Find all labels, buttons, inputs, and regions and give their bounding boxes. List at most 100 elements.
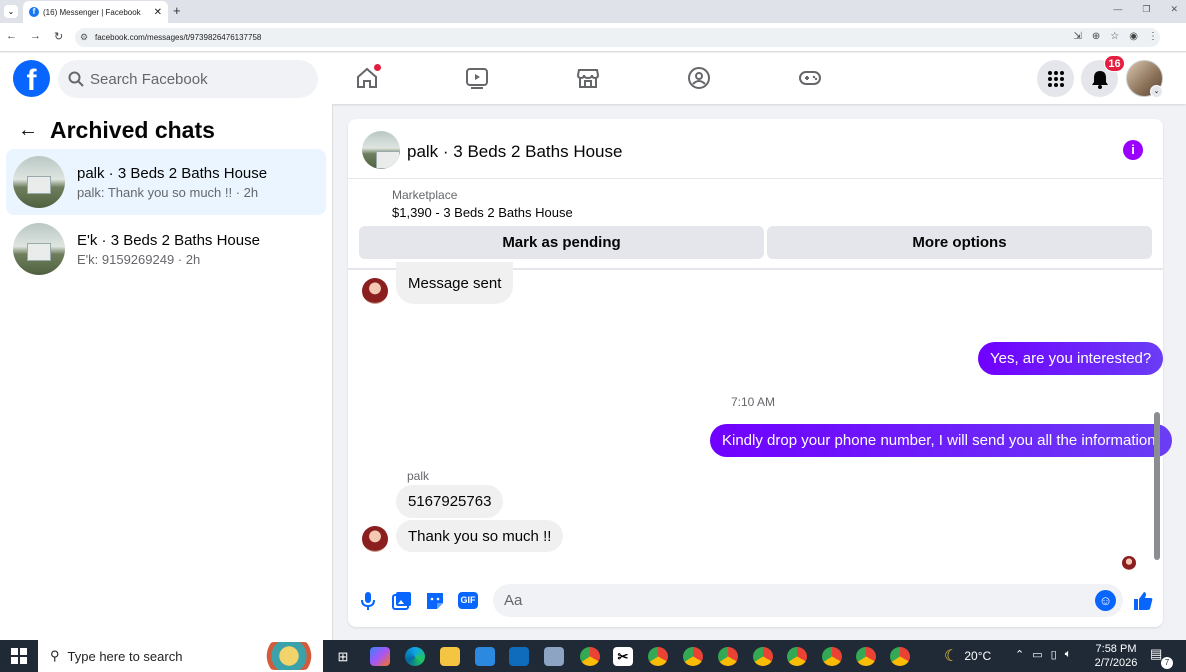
moon-icon: ☾ [944, 648, 959, 665]
messages-scrollbar[interactable] [1154, 412, 1160, 560]
taskbar-clock[interactable]: 7:58 PM 2/7/2026 [1092, 642, 1140, 670]
message-bubble-outgoing: Kindly drop your phone number, I will se… [710, 424, 1172, 457]
home-notification-dot [374, 64, 381, 71]
mark-as-pending-button[interactable]: Mark as pending [359, 226, 764, 259]
close-tab-icon[interactable]: ✕ [154, 7, 162, 18]
maximize-icon[interactable]: ❐ [1142, 4, 1150, 15]
microphone-icon[interactable] [357, 590, 379, 612]
message-bubble-incoming: 5167925763 [396, 485, 504, 518]
task-view-icon[interactable]: ⊞ [333, 647, 353, 666]
chrome-profile-icon[interactable] [822, 647, 842, 666]
facebook-favicon-icon: f [29, 7, 39, 17]
sidebar-title: Archived chats [50, 117, 215, 143]
notification-badge: 16 [1104, 55, 1125, 72]
chat-item-ek[interactable]: E'k · 3 Beds 2 Baths House E'k: 91592692… [6, 216, 326, 282]
clock-date: 2/7/2026 [1094, 657, 1138, 669]
zoom-icon[interactable]: ⊕ [1092, 31, 1100, 42]
gaming-icon[interactable] [798, 66, 822, 90]
minimize-icon[interactable]: — [1113, 4, 1122, 15]
action-center-icon[interactable]: ▤ [1150, 646, 1162, 662]
site-info-icon[interactable]: ⚙ [80, 28, 88, 47]
marketplace-label: Marketplace [392, 188, 458, 202]
tab-search-button[interactable]: ⌄ [4, 5, 18, 18]
browser-tab[interactable]: f (16) Messenger | Facebook ✕ [23, 1, 168, 23]
facebook-search-input[interactable]: Search Facebook [58, 60, 318, 98]
network-icon[interactable]: ▭ [1032, 648, 1042, 661]
chevron-up-icon[interactable]: ⌃ [1015, 648, 1024, 661]
volume-icon[interactable]: 🔈︎ [1065, 648, 1072, 661]
address-bar-actions: ⇲ ⊕ ☆ ◉ ⋮ [1074, 31, 1158, 42]
taskbar-search-text: Type here to search [67, 648, 183, 664]
bell-icon [1091, 70, 1108, 89]
photo-icon[interactable] [391, 590, 413, 612]
chrome-profile-icon[interactable] [718, 647, 738, 666]
file-explorer-icon[interactable] [440, 647, 460, 666]
menu-button[interactable] [1037, 60, 1074, 97]
bookmark-star-icon[interactable]: ☆ [1110, 31, 1119, 42]
chrome-profile-icon[interactable] [648, 647, 668, 666]
install-app-icon[interactable]: ⇲ [1074, 31, 1082, 42]
capcut-icon[interactable]: ✂ [613, 647, 633, 666]
chat-thumbnail [13, 156, 65, 208]
back-arrow-icon[interactable]: ← [18, 119, 38, 142]
battery-icon[interactable]: ▯ [1051, 648, 1057, 661]
video-icon[interactable] [465, 66, 489, 90]
sender-avatar[interactable] [362, 526, 388, 552]
close-window-icon[interactable]: ✕ [1170, 4, 1178, 15]
new-tab-button[interactable]: + [173, 3, 181, 18]
facebook-logo-icon[interactable]: f [13, 60, 50, 97]
message-bubble-incoming: Message sent [396, 262, 514, 304]
chat-item-palk[interactable]: palk · 3 Beds 2 Baths House palk: Thank … [6, 149, 326, 215]
search-placeholder: Search Facebook [90, 70, 208, 88]
chat-name: palk · 3 Beds 2 Baths House [77, 164, 268, 182]
chrome-icon[interactable] [580, 647, 600, 666]
message-bubble-outgoing: Yes, are you interested? [978, 342, 1164, 375]
back-icon[interactable]: ← [6, 30, 17, 43]
search-highlight-icon [261, 642, 317, 670]
chevron-down-icon[interactable]: ⌄ [1150, 85, 1163, 98]
info-icon[interactable]: i [1123, 140, 1143, 160]
marketplace-icon[interactable] [576, 66, 600, 90]
url-text: facebook.com/messages/t/9739826476137758 [95, 33, 262, 42]
message-timestamp: 7:10 AM [731, 395, 776, 409]
start-button[interactable] [0, 640, 38, 672]
chrome-profile-icon[interactable] [753, 647, 773, 666]
thumbs-up-icon[interactable] [1132, 590, 1154, 612]
temperature: 20°C [964, 649, 992, 663]
groups-icon[interactable] [687, 66, 711, 90]
message-input[interactable]: Aa [493, 584, 1123, 617]
conversation-thumbnail[interactable] [362, 131, 400, 169]
address-bar[interactable]: ⚙ facebook.com/messages/t/97398264761377… [75, 28, 1160, 47]
browser-menu-icon[interactable]: ⋮ [1148, 31, 1158, 42]
magnifier-icon: ⚲ [50, 648, 60, 663]
more-options-button[interactable]: More options [767, 226, 1152, 259]
conversation-title[interactable]: palk · 3 Beds 2 Baths House [407, 142, 622, 162]
app-icon[interactable] [544, 647, 564, 666]
emoji-icon[interactable]: ☺ [1095, 590, 1116, 611]
edge-icon[interactable] [405, 647, 425, 666]
outlook-icon[interactable] [509, 647, 529, 666]
weather-widget[interactable]: ☾ 20°C [944, 646, 991, 666]
gif-icon[interactable]: GIF [458, 592, 478, 609]
listing-title[interactable]: $1,390 - 3 Beds 2 Baths House [392, 205, 573, 220]
profile-icon[interactable]: ◉ [1129, 31, 1138, 42]
sender-avatar[interactable] [362, 278, 388, 304]
grid-menu-icon [1047, 70, 1064, 87]
copilot-icon[interactable] [370, 647, 390, 666]
store-icon[interactable] [475, 647, 495, 666]
clock-time: 7:58 PM [1095, 643, 1137, 655]
chat-preview: E'k: 9159269249 · 2h [77, 251, 201, 267]
chrome-profile-icon[interactable] [683, 647, 703, 666]
reload-icon[interactable]: ↻ [54, 30, 63, 43]
chrome-profile-icon[interactable] [890, 647, 910, 666]
tab-title: (16) Messenger | Facebook [43, 7, 141, 17]
forward-icon[interactable]: → [30, 30, 41, 43]
chat-thumbnail [13, 223, 65, 275]
sticker-icon[interactable] [424, 590, 446, 612]
taskbar-search[interactable]: ⚲ Type here to search [38, 640, 323, 672]
window-controls: — ❐ ✕ [1113, 4, 1178, 15]
seen-indicator-avatar [1122, 556, 1136, 570]
chrome-profile-icon[interactable] [856, 647, 876, 666]
chrome-profile-icon[interactable] [787, 647, 807, 666]
search-icon [68, 71, 84, 87]
